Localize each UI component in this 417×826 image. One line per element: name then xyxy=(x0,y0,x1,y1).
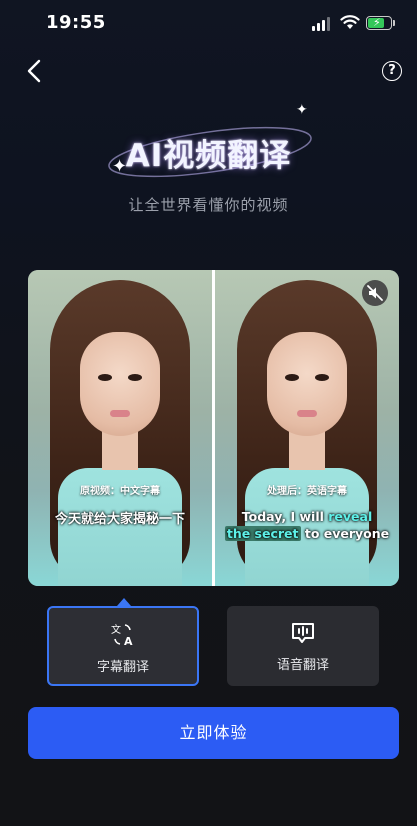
video-preview[interactable]: 原视频：中文字幕 今天就给大家揭秘一下 处理后：英语字幕 Today, I wi… xyxy=(28,270,399,586)
home-indicator xyxy=(0,790,417,826)
processed-subtitle: Today, I will reveal the secret to everyo… xyxy=(224,509,390,541)
wifi-icon xyxy=(340,15,360,29)
translate-icon: 文 A xyxy=(111,623,133,648)
battery-cap xyxy=(393,20,395,26)
page-subtitle: 让全世界看懂你的视频 xyxy=(128,196,289,214)
battery-icon: ⚡ xyxy=(366,16,392,30)
sparkle-icon: ✦ xyxy=(296,102,308,118)
help-button[interactable]: ? xyxy=(382,61,402,81)
speech-bubble-icon xyxy=(292,623,314,643)
status-time: 19:55 xyxy=(46,12,106,33)
option-label: 语音翻译 xyxy=(276,658,329,673)
cellular-signal-icon xyxy=(312,17,332,31)
original-tag: 原视频：中文字幕 xyxy=(80,486,160,497)
status-bar: 19:55 ⚡ xyxy=(0,0,417,46)
voice-translate-option[interactable]: 语音翻译 xyxy=(227,606,379,686)
app-screen: 19:55 ⚡ ? ✦ ✦ AI视频翻译 让全世界看懂你的视频 原视频：中文字幕… xyxy=(0,0,417,826)
svg-text:A: A xyxy=(124,635,133,648)
selection-pointer xyxy=(117,598,131,606)
processed-tag: 处理后：英语字幕 xyxy=(267,486,347,497)
original-subtitle: 今天就给大家揭秘一下 xyxy=(54,512,185,527)
original-video-pane: 原视频：中文字幕 今天就给大家揭秘一下 xyxy=(28,270,212,586)
page-title: AI视频翻译 xyxy=(125,138,292,174)
back-button[interactable] xyxy=(24,58,48,84)
hero-section: ✦ ✦ AI视频翻译 让全世界看懂你的视频 xyxy=(0,100,417,220)
subtitle-translate-option[interactable]: 文 A 字幕翻译 xyxy=(47,606,199,686)
processed-video-pane: 处理后：英语字幕 Today, I will reveal the secret … xyxy=(215,270,399,586)
option-label: 字幕翻译 xyxy=(96,660,149,675)
try-now-button[interactable]: 立即体验 xyxy=(28,707,399,759)
speaker-muted-icon[interactable] xyxy=(362,280,388,306)
svg-text:文: 文 xyxy=(111,623,121,636)
